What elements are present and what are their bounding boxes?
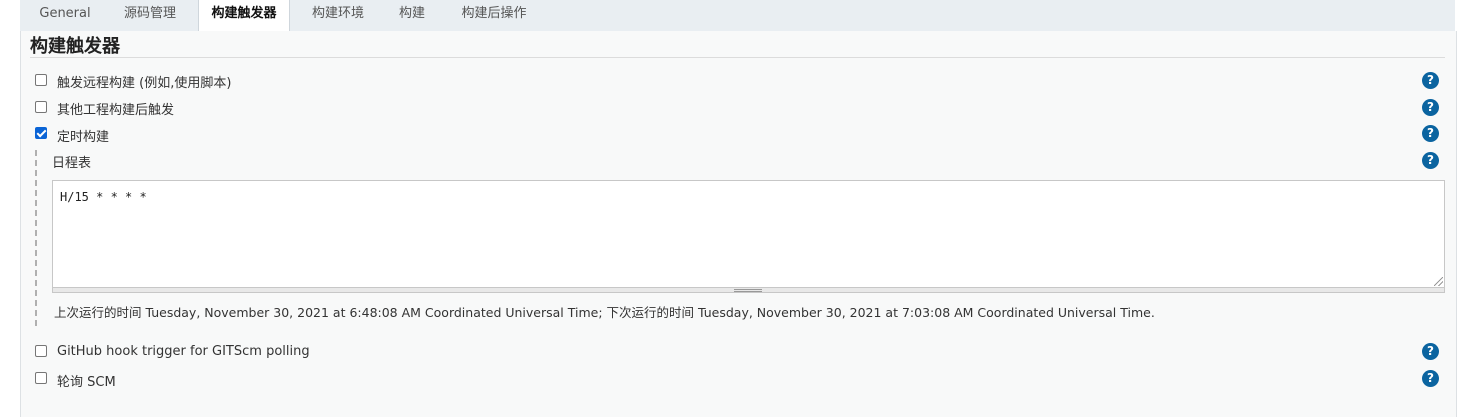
section-divider (30, 57, 1445, 58)
question-circle-icon[interactable]: ? (1422, 370, 1439, 387)
schedule-run-info: 上次运行的时间 Tuesday, November 30, 2021 at 6:… (54, 305, 1155, 320)
question-circle-icon[interactable]: ? (1422, 125, 1439, 142)
tab-source-control[interactable]: 源码管理 (108, 0, 192, 31)
trigger-periodic-checkbox[interactable] (35, 127, 47, 139)
question-circle-icon[interactable]: ? (1422, 99, 1439, 116)
question-circle-icon[interactable]: ? (1422, 72, 1439, 89)
trigger-github-hook-label[interactable]: GitHub hook trigger for GITScm polling (57, 344, 310, 359)
tab-build-triggers[interactable]: 构建触发器 (198, 0, 290, 32)
tab-general[interactable]: General (30, 0, 100, 31)
tab-build-environment[interactable]: 构建环境 (298, 0, 378, 31)
tab-build[interactable]: 构建 (384, 0, 440, 31)
trigger-upstream-label[interactable]: 其他工程构建后触发 (57, 99, 174, 118)
trigger-upstream-checkbox[interactable] (35, 101, 47, 113)
resize-corner-icon[interactable] (1434, 277, 1443, 286)
schedule-textarea[interactable]: H/15 * * * * (52, 180, 1445, 288)
trigger-remote-label[interactable]: 触发远程构建 (例如,使用脚本) (57, 72, 231, 91)
tab-post-build[interactable]: 构建后操作 (448, 0, 540, 31)
trigger-periodic-label[interactable]: 定时构建 (57, 126, 109, 145)
tab-bar: General 源码管理 构建触发器 构建环境 构建 构建后操作 (20, 0, 1455, 32)
section-title: 构建触发器 (30, 36, 120, 57)
question-circle-icon[interactable]: ? (1422, 152, 1439, 169)
trigger-poll-scm-checkbox[interactable] (35, 372, 47, 384)
trigger-remote-checkbox[interactable] (35, 74, 47, 86)
question-circle-icon[interactable]: ? (1422, 343, 1439, 360)
trigger-github-hook-checkbox[interactable] (35, 345, 47, 357)
trigger-poll-scm-label[interactable]: 轮询 SCM (57, 371, 116, 390)
nested-indent-line (35, 150, 37, 326)
schedule-label: 日程表 (52, 156, 92, 171)
grip-icon (734, 289, 762, 292)
